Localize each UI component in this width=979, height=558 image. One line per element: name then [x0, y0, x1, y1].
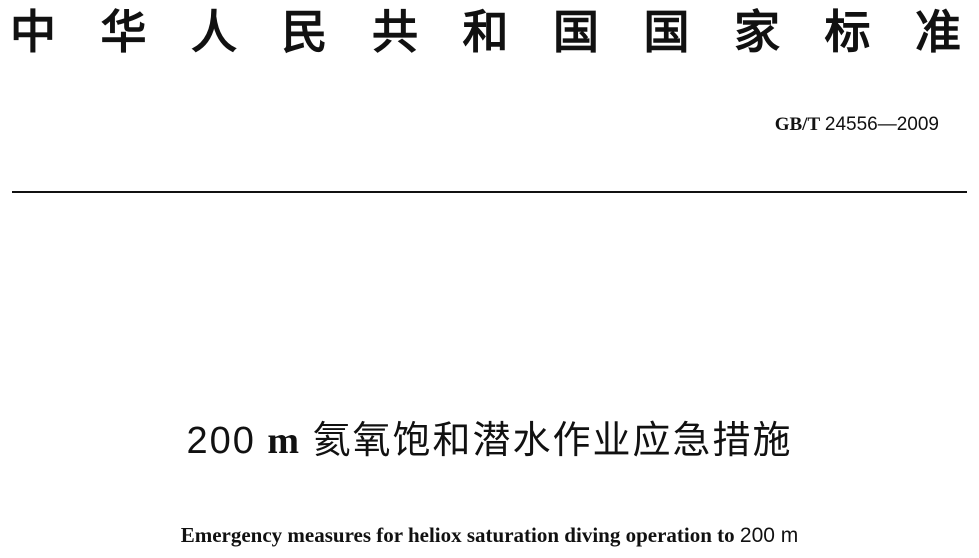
header-char: 国	[553, 5, 599, 59]
document-title-english: Emergency measures for heliox saturation…	[0, 523, 979, 547]
header-char: 国	[643, 5, 690, 59]
header-char: 人	[191, 5, 237, 59]
header-char: 标	[824, 5, 871, 59]
standard-prefix: GB/T	[774, 114, 821, 135]
header-char: 准	[915, 5, 961, 59]
header-char: 共	[372, 5, 418, 59]
title-english-depth: 200 m	[739, 524, 799, 547]
standard-code: 24556—2009	[824, 114, 939, 135]
national-standard-header: 中 华 人 民 共 和 国 国 家 标 准	[0, 0, 979, 64]
title-chinese-text: 氦氧饱和潜水作业应急措施	[312, 418, 793, 462]
header-char: 和	[462, 5, 509, 59]
header-char: 华	[100, 5, 147, 59]
title-depth-unit: m	[267, 420, 302, 462]
document-title-chinese: 200 m 氦氧饱和潜水作业应急措施	[0, 418, 979, 463]
header-char: 中	[10, 5, 56, 59]
standard-number: GB/T 24556—2009	[775, 114, 939, 136]
title-english-text: Emergency measures for heliox saturation…	[180, 523, 735, 547]
title-depth-number: 200	[186, 420, 256, 462]
header-char: 民	[281, 5, 328, 59]
header-char: 家	[734, 5, 780, 59]
header-divider	[12, 191, 967, 193]
